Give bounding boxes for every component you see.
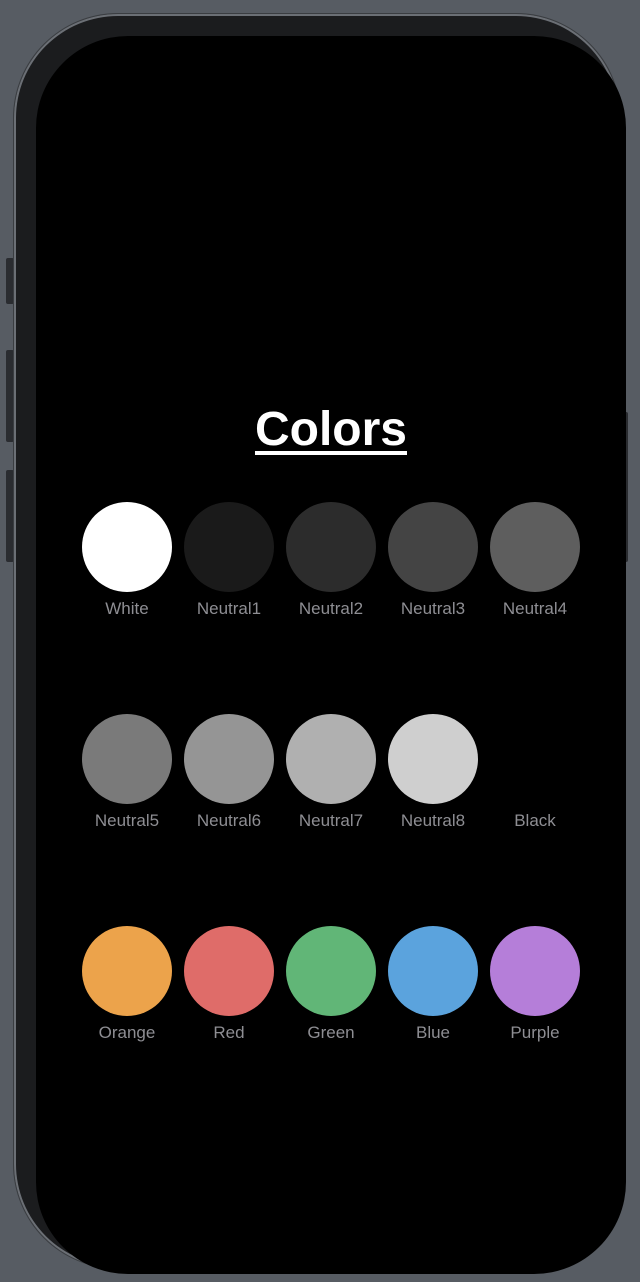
swatch-label: Neutral1 — [196, 599, 262, 618]
swatch-purple: Purple — [490, 926, 580, 1043]
swatch-neutral5: Neutral5 — [82, 714, 172, 831]
volume-down-button — [6, 470, 14, 562]
swatch-label: Blue — [415, 1023, 451, 1042]
swatch-red: Red — [184, 926, 274, 1043]
swatch-label: Red — [213, 1023, 245, 1042]
swatch-label: White — [105, 599, 149, 618]
swatch-label: Orange — [98, 1023, 156, 1042]
screen: Colors White Neutral1 Neutral2 Neutral3 … — [36, 36, 626, 1274]
swatch-neutral6: Neutral6 — [184, 714, 274, 831]
color-circle-neutral1 — [184, 502, 274, 592]
color-circle-green — [286, 926, 376, 1016]
swatch-orange: Orange — [82, 926, 172, 1043]
swatch-green: Green — [286, 926, 376, 1043]
color-circle-white — [82, 502, 172, 592]
swatch-label: Neutral8 — [400, 811, 466, 830]
color-circle-neutral5 — [82, 714, 172, 804]
page-title: Colors — [254, 403, 407, 456]
phone-frame: Colors White Neutral1 Neutral2 Neutral3 … — [14, 14, 626, 1274]
swatch-neutral1: Neutral1 — [184, 502, 274, 619]
swatch-neutral7: Neutral7 — [286, 714, 376, 831]
color-circle-neutral2 — [286, 502, 376, 592]
swatch-neutral3: Neutral3 — [388, 502, 478, 619]
swatch-label: Neutral3 — [400, 599, 466, 618]
color-circle-purple — [490, 926, 580, 1016]
color-circle-neutral6 — [184, 714, 274, 804]
swatch-white: White — [82, 502, 172, 619]
swatch-neutral4: Neutral4 — [490, 502, 580, 619]
swatch-neutral2: Neutral2 — [286, 502, 376, 619]
swatch-label: Neutral6 — [196, 811, 262, 830]
color-circle-neutral3 — [388, 502, 478, 592]
swatch-blue: Blue — [388, 926, 478, 1043]
swatch-label: Purple — [510, 1023, 560, 1042]
swatch-label: Green — [307, 1023, 355, 1042]
color-circle-blue — [388, 926, 478, 1016]
color-swatch-grid: White Neutral1 Neutral2 Neutral3 Neutral… — [82, 502, 592, 1138]
swatch-label: Black — [514, 811, 556, 830]
swatch-label: Neutral5 — [94, 811, 160, 830]
swatch-label: Neutral7 — [298, 811, 364, 830]
volume-up-button — [6, 350, 14, 442]
swatch-black: Black — [490, 714, 580, 831]
color-circle-red — [184, 926, 274, 1016]
color-circle-orange — [82, 926, 172, 1016]
swatch-row-3: Orange Red Green Blue Purple — [82, 926, 592, 1043]
device-stage: Colors White Neutral1 Neutral2 Neutral3 … — [0, 0, 640, 1282]
swatch-row-2: Neutral5 Neutral6 Neutral7 Neutral8 Blac… — [82, 714, 592, 831]
silent-switch — [6, 258, 14, 304]
swatch-neutral8: Neutral8 — [388, 714, 478, 831]
color-circle-neutral7 — [286, 714, 376, 804]
swatch-row-1: White Neutral1 Neutral2 Neutral3 Neutral… — [82, 502, 592, 619]
color-circle-neutral8 — [388, 714, 478, 804]
color-circle-black — [490, 714, 580, 804]
swatch-label: Neutral2 — [298, 599, 364, 618]
color-circle-neutral4 — [490, 502, 580, 592]
swatch-label: Neutral4 — [502, 599, 568, 618]
